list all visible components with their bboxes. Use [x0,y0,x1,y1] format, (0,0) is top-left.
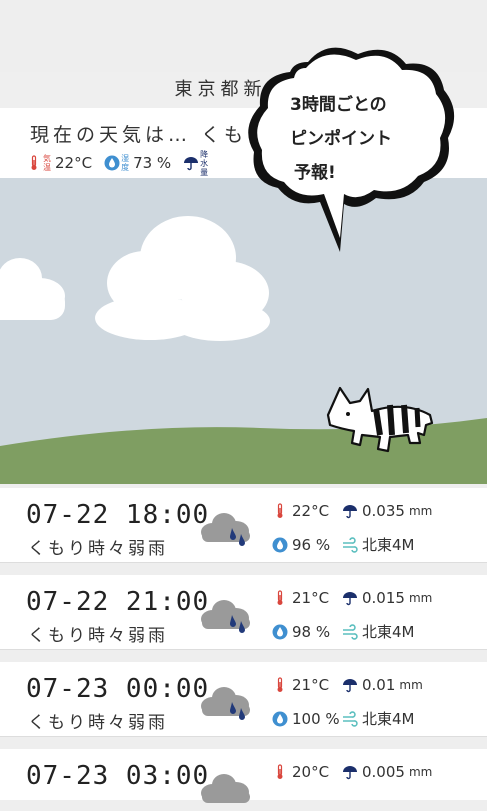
precip-unit: mm [399,678,423,692]
forecast-humidity: 98 % [292,622,331,641]
forecast-precip: 0.005 [362,763,405,781]
forecast-time: 07-22 21:00 [26,587,210,617]
precip-unit: mm [408,591,433,605]
precip-unit: mm [408,504,433,518]
thermometer-icon [31,155,37,170]
water-drop-icon [104,155,120,171]
forecast-condition: くもり時々弱雨 [28,626,168,646]
forecast-wind: 北東4M [362,623,415,641]
current-temp: 22°C [55,154,93,172]
forecast-row[interactable]: 07-22 21:00 くもり時々弱雨 21°C 0.015 mm 98 % 北… [0,575,487,650]
precip-label: 降水量 [200,149,209,177]
umbrella-icon [343,679,357,693]
forecast-condition: くもり時々弱雨 [28,713,168,733]
forecast-temp: 20°C [292,763,330,781]
cloud-rain-icon [201,600,250,633]
water-drop-icon [272,537,288,552]
current-weather-title: 現在の天気は… くもり [30,124,271,146]
wind-icon [343,536,358,553]
thermometer-icon [277,590,283,605]
forecast-row[interactable]: 07-22 18:00 くもり時々弱雨 22°C 0.035 mm 96 % 北… [0,488,487,563]
forecast-wind: 北東4M [362,536,415,554]
umbrella-icon [343,505,357,519]
cloud-rain-icon [201,513,250,546]
forecast-temp: 22°C [292,502,330,520]
current-stats: 気温 22°C 湿度 73 % 降水量 [26,149,224,177]
forecast-temp: 21°C [292,589,330,607]
cloud-rain-icon [201,687,250,720]
bubble-line-1: 3時間ごとの [290,95,387,115]
forecast-wind: 北東4M [362,710,415,728]
forecast-temp: 21°C [292,676,330,694]
forecast-precip: 0.01 [362,676,396,694]
forecast-humidity: 96 % [292,535,331,554]
wind-icon [343,710,358,727]
thermometer-icon [277,764,283,779]
forecast-row[interactable]: 07-23 03:00 20°C 0.005 mm [0,749,487,803]
current-humidity: 73 % [133,154,172,172]
forecast-time: 07-22 18:00 [26,500,210,530]
umbrella-icon [343,592,357,606]
wind-icon [343,623,358,640]
humidity-label: 湿度 [121,154,130,172]
precip-unit: mm [408,765,433,779]
bubble-line-2: ピンポイント [290,129,392,149]
temp-label: 気温 [43,154,51,172]
forecast-condition: くもり時々弱雨 [28,539,168,559]
umbrella-icon [184,157,199,171]
forecast-time: 07-23 03:00 [26,761,210,791]
bubble-line-3: 予報! [294,163,336,183]
thermometer-icon [277,503,283,518]
speech-bubble-text: 3時間ごとの ピンポイント 予報! [290,88,430,190]
umbrella-icon [343,766,357,780]
cloud-left [0,258,65,320]
cloud-main [95,216,270,341]
forecast-precip: 0.015 [362,589,405,607]
forecast-humidity: 100 % [292,709,340,728]
cloud-rain-icon [201,774,250,803]
thermometer-icon [277,677,283,692]
forecast-row[interactable]: 07-23 00:00 くもり時々弱雨 21°C 0.01 mm 100 % 北… [0,662,487,737]
forecast-time: 07-23 00:00 [26,674,210,704]
water-drop-icon [272,624,288,639]
forecast-precip: 0.035 [362,502,405,520]
water-drop-icon [272,711,288,726]
